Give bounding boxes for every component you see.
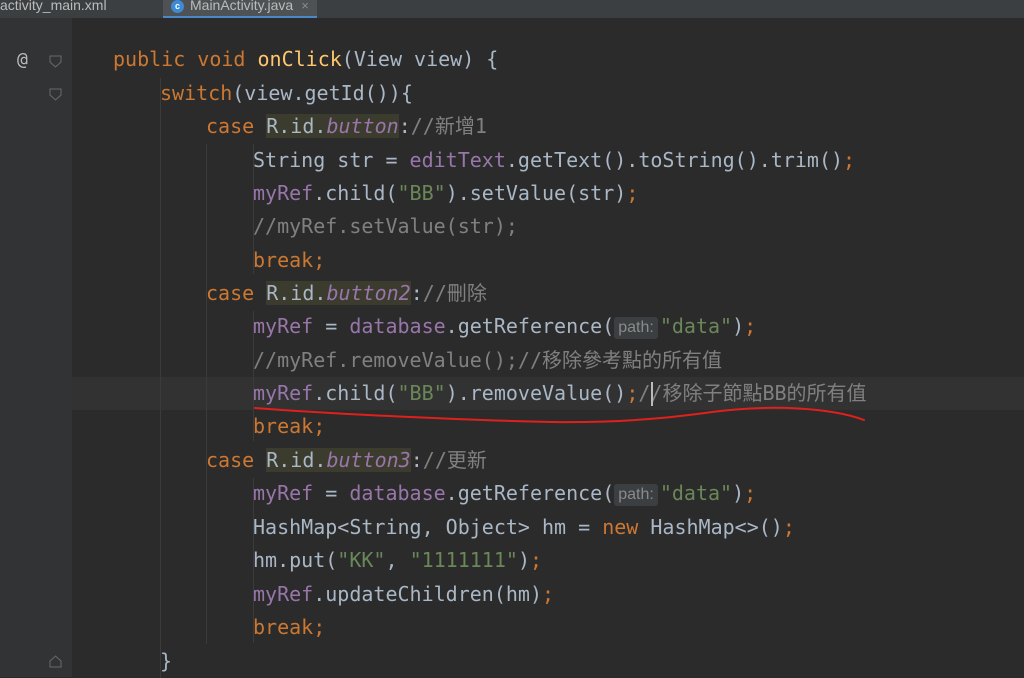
override-marker-icon[interactable]: @: [17, 49, 28, 70]
red-underline-annotation: [254, 406, 865, 424]
close-icon[interactable]: ×: [301, 0, 309, 13]
editor-gutter: @: [0, 18, 72, 677]
tab-label: activity_main.xml: [0, 0, 107, 13]
editor-tab-bar: activity_main.xml c MainActivity.java ×: [0, 0, 1024, 18]
java-class-icon: c: [171, 0, 184, 13]
fold-marker-icon[interactable]: [49, 88, 62, 101]
tab-label: MainActivity.java: [190, 0, 294, 13]
fold-marker-icon[interactable]: [49, 655, 62, 668]
tab-main-activity-java[interactable]: c MainActivity.java ×: [163, 0, 317, 18]
tab-activity-main-xml[interactable]: activity_main.xml: [0, 0, 107, 17]
code-editor[interactable]: public void onClick(View view) { switch(…: [72, 18, 1024, 678]
fold-marker-icon[interactable]: [49, 55, 62, 68]
